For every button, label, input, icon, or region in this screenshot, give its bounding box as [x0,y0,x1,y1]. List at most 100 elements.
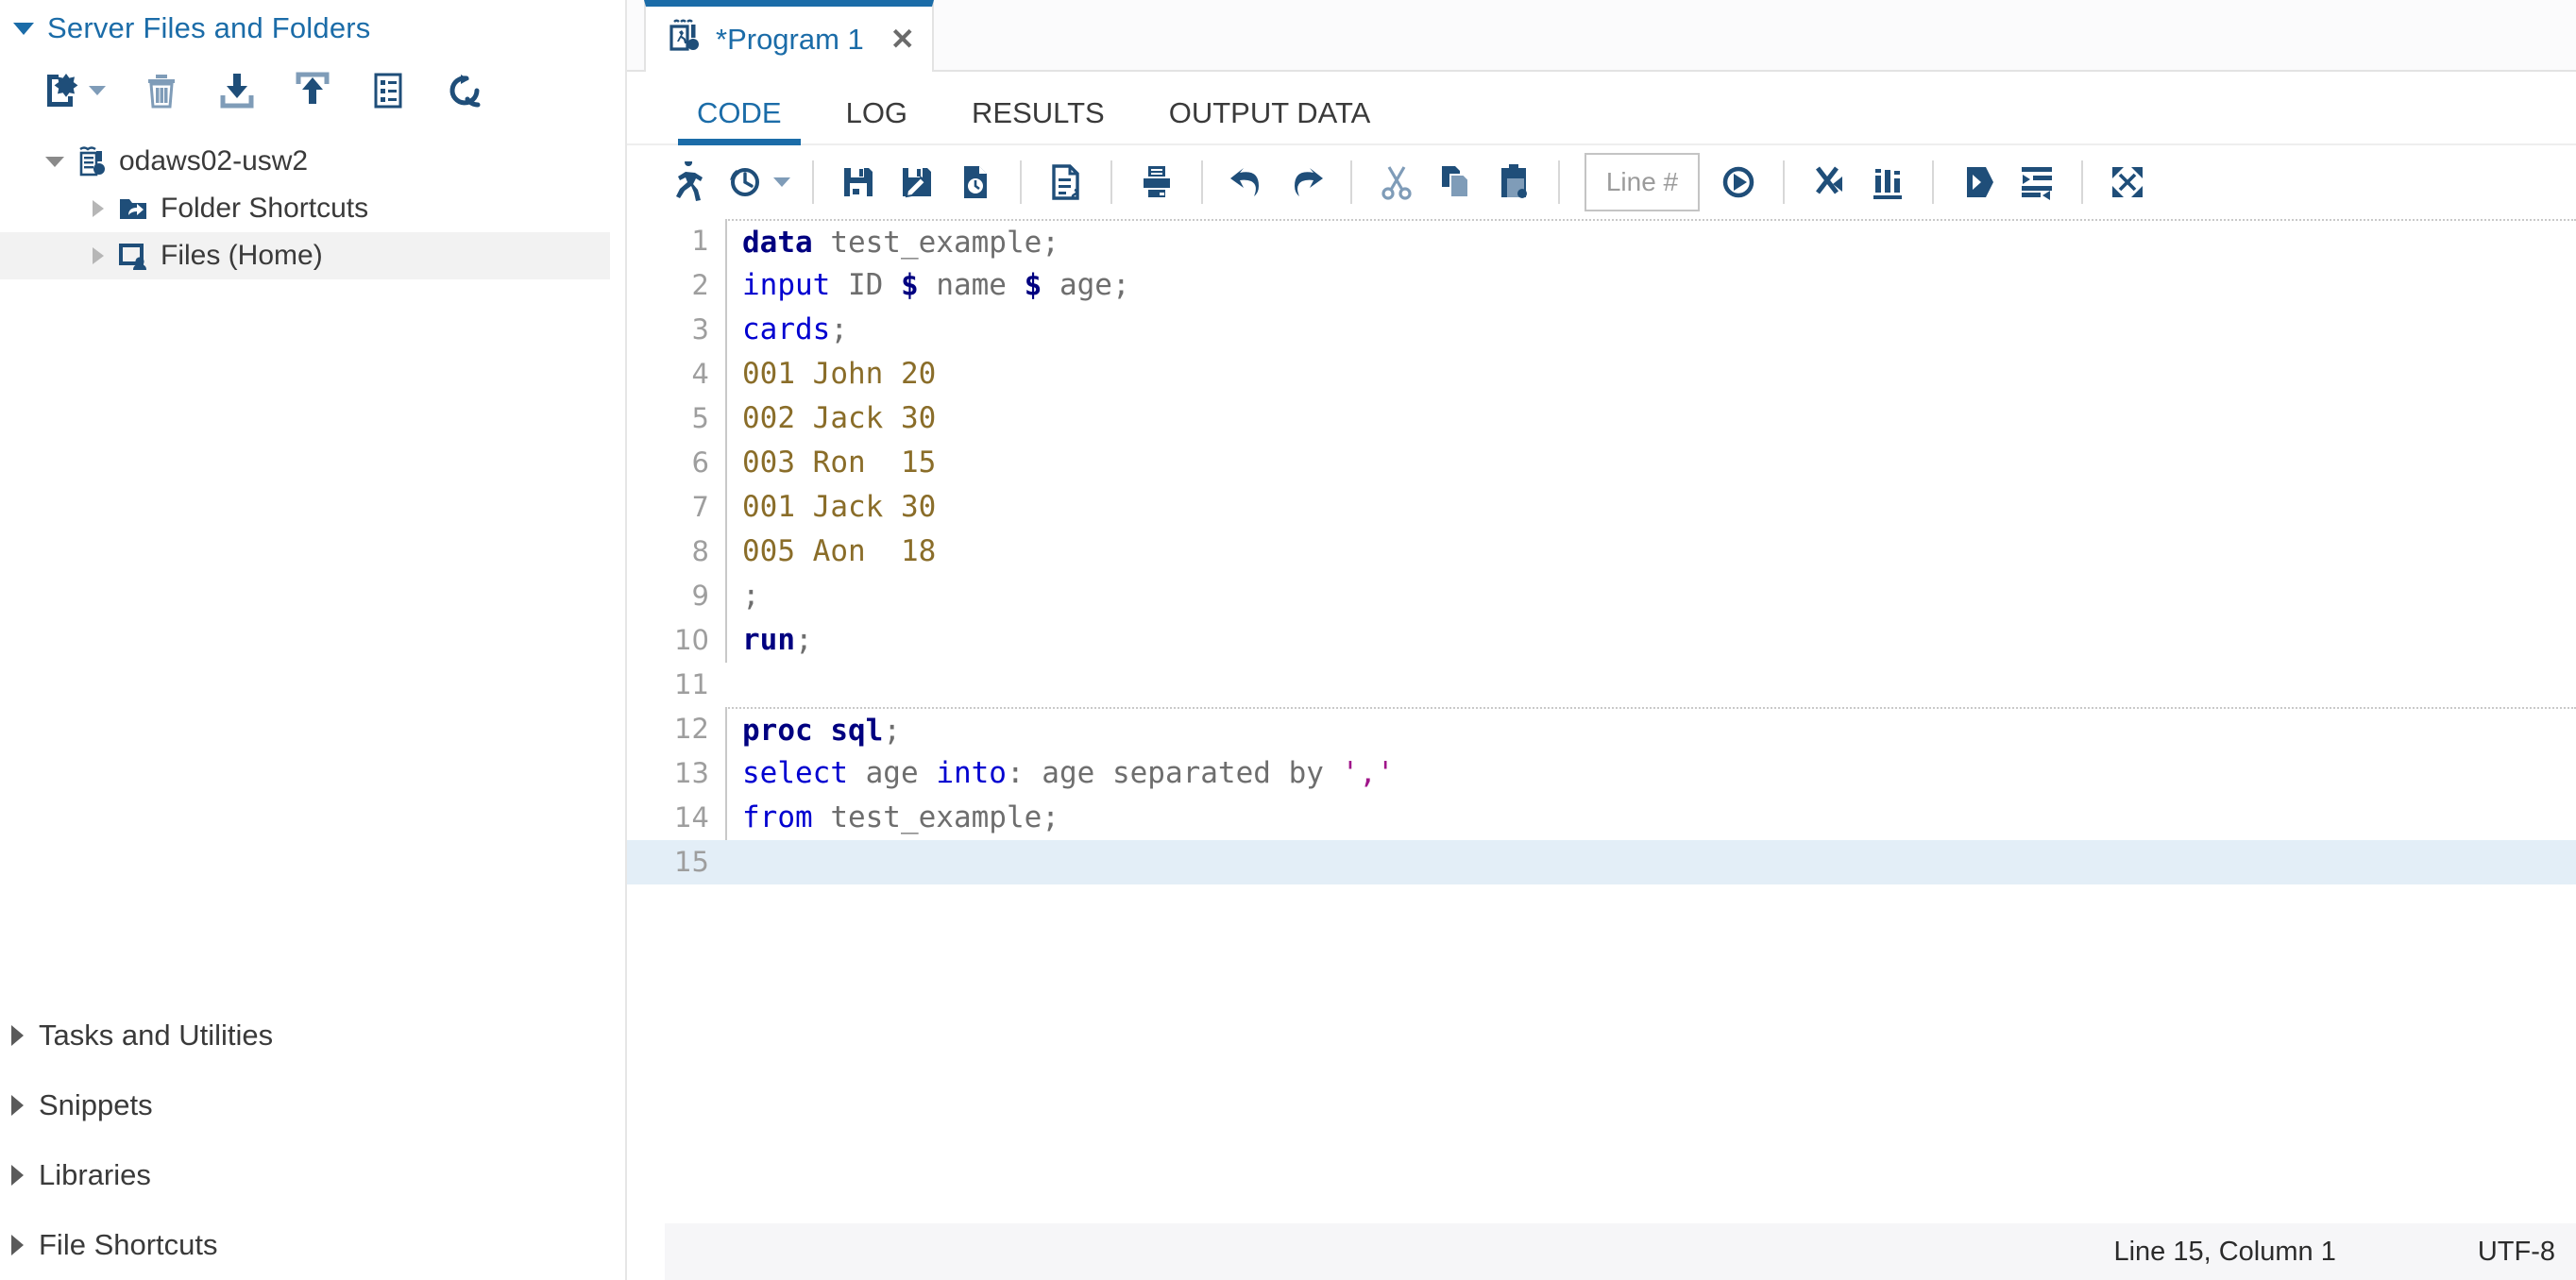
maximize-icon[interactable] [2098,153,2157,211]
code-token: 001 John 20 [742,357,937,391]
cut-icon[interactable] [1367,153,1426,211]
tree-item-files-home[interactable]: Files (Home) [0,232,610,279]
code-line[interactable]: 12 proc sql; [627,707,2576,753]
code-line[interactable]: 3 cards; [627,308,2576,352]
tree-item-server[interactable]: odaws02-usw2 [0,138,625,185]
run-icon[interactable] [659,153,718,211]
tab-output-data[interactable]: OUTPUT DATA [1137,96,1403,143]
toolbar-separator [1201,160,1203,204]
code-line[interactable]: 2 input ID $ name $ age; [627,263,2576,308]
save-icon[interactable] [829,153,888,211]
sidebar-item-snippets[interactable]: Snippets [0,1070,627,1140]
code-token: test_example; [812,800,1059,834]
code-text[interactable]: from test_example; [725,796,2576,840]
save-as-icon[interactable] [888,153,946,211]
code-line[interactable]: 9; [627,574,2576,618]
server-files-and-folders-header[interactable]: Server Files and Folders [0,0,625,57]
tab-log[interactable]: LOG [814,96,940,143]
code-line[interactable]: 11 [627,663,2576,707]
code-token: from [742,800,813,834]
redo-icon[interactable] [1277,153,1335,211]
status-bar: Line 15, Column 1 UTF-8 [665,1223,2576,1280]
code-text[interactable]: 003 Ron 15 [725,441,2576,485]
code-line[interactable]: 6 003 Ron 15 [627,441,2576,485]
code-text[interactable]: 005 Aon 18 [725,530,2576,574]
chevron-right-icon[interactable] [93,200,104,217]
code-line[interactable]: 5 002 Jack 30 [627,396,2576,441]
chevron-down-icon[interactable] [45,156,64,167]
upload-icon[interactable] [293,71,332,110]
chevron-right-icon[interactable] [93,247,104,264]
code-line[interactable]: 14 from test_example; [627,796,2576,840]
code-lines[interactable]: 1 data test_example; 2 input ID $ name $ ag… [627,219,2576,884]
code-line[interactable]: 13 select age into: age separated by ',' [627,751,2576,796]
sidebar-item-tasks-and-utilities[interactable]: Tasks and Utilities [0,1001,627,1070]
tab-program-1[interactable]: *Program 1 ✕ [644,0,934,72]
undo-icon[interactable] [1218,153,1277,211]
tree-item-folder-shortcuts[interactable]: Folder Shortcuts [0,185,625,232]
code-text[interactable]: run; [725,618,2576,663]
new-icon[interactable] [42,71,81,110]
code-editor[interactable]: 1 data test_example; 2 input ID $ name $ ag… [627,219,2576,1280]
tab-results[interactable]: RESULTS [940,96,1137,143]
chevron-down-icon[interactable] [772,177,790,187]
code-token: 005 Aon 18 [742,534,937,568]
code-line[interactable]: 10 run; [627,618,2576,663]
analyze-program-icon[interactable] [1858,153,1917,211]
clear-all-icon[interactable] [1800,153,1858,211]
goto-line-icon[interactable] [1709,153,1768,211]
code-text[interactable]: ; [725,574,2576,618]
line-number: 9 [691,580,709,612]
toolbar-separator [1932,160,1934,204]
code-line[interactable]: 15 [627,840,2576,884]
code-line[interactable]: 1 data test_example; [627,219,2576,265]
sidebar-bottom-sections: Tasks and Utilities Snippets Libraries F… [0,1001,627,1280]
save-snapshot-icon[interactable] [946,153,1005,211]
run-history-icon[interactable] [718,153,797,211]
sidebar-item-label: File Shortcuts [39,1228,218,1261]
code-text[interactable]: 001 Jack 30 [725,485,2576,530]
delete-icon[interactable] [142,71,181,110]
indent-less-icon[interactable] [2008,153,2066,211]
download-icon[interactable] [217,71,257,110]
code-line[interactable]: 8 005 Aon 18 [627,530,2576,574]
code-text[interactable]: select age into: age separated by ',' [725,751,2576,796]
chevron-right-icon[interactable] [11,1095,24,1116]
code-text[interactable]: input ID $ name $ age; [725,263,2576,308]
code-token: 002 Jack 30 [742,401,937,435]
sidebar-item-libraries[interactable]: Libraries [0,1140,627,1210]
new-caret-icon[interactable] [89,86,106,95]
code-token: run [742,623,795,657]
code-text[interactable]: data test_example; [725,219,2576,265]
toolbar-separator [812,160,814,204]
code-text[interactable]: cards; [725,308,2576,352]
print-icon[interactable] [1127,153,1186,211]
code-text[interactable]: 001 John 20 [725,352,2576,396]
code-token: $ [900,268,919,302]
code-token: age; [1042,268,1130,302]
code-line[interactable]: 7 001 Jack 30 [627,485,2576,530]
refresh-icon[interactable] [444,71,483,110]
line-number-input[interactable]: Line # [1585,153,1700,211]
chevron-right-icon[interactable] [11,1235,24,1255]
sidebar-item-file-shortcuts[interactable]: File Shortcuts [0,1210,627,1280]
tab-code[interactable]: CODE [665,96,814,145]
chevron-down-icon[interactable] [13,22,34,35]
close-icon[interactable]: ✕ [890,25,915,54]
toolbar-separator [1110,160,1112,204]
properties-icon[interactable] [368,71,408,110]
format-code-icon[interactable] [1037,153,1095,211]
toolbar-separator [1558,160,1560,204]
paste-icon[interactable] [1484,153,1543,211]
code-token: select [742,756,848,790]
line-number: 3 [691,313,709,345]
chevron-right-icon[interactable] [11,1165,24,1186]
code-token: age [847,756,937,790]
code-line[interactable]: 4 001 John 20 [627,352,2576,396]
chevron-right-icon[interactable] [11,1025,24,1046]
indent-more-icon[interactable] [1949,153,2008,211]
code-token: 001 Jack 30 [742,490,937,524]
copy-icon[interactable] [1426,153,1484,211]
code-text[interactable]: proc sql; [725,707,2576,753]
code-text[interactable]: 002 Jack 30 [725,396,2576,441]
